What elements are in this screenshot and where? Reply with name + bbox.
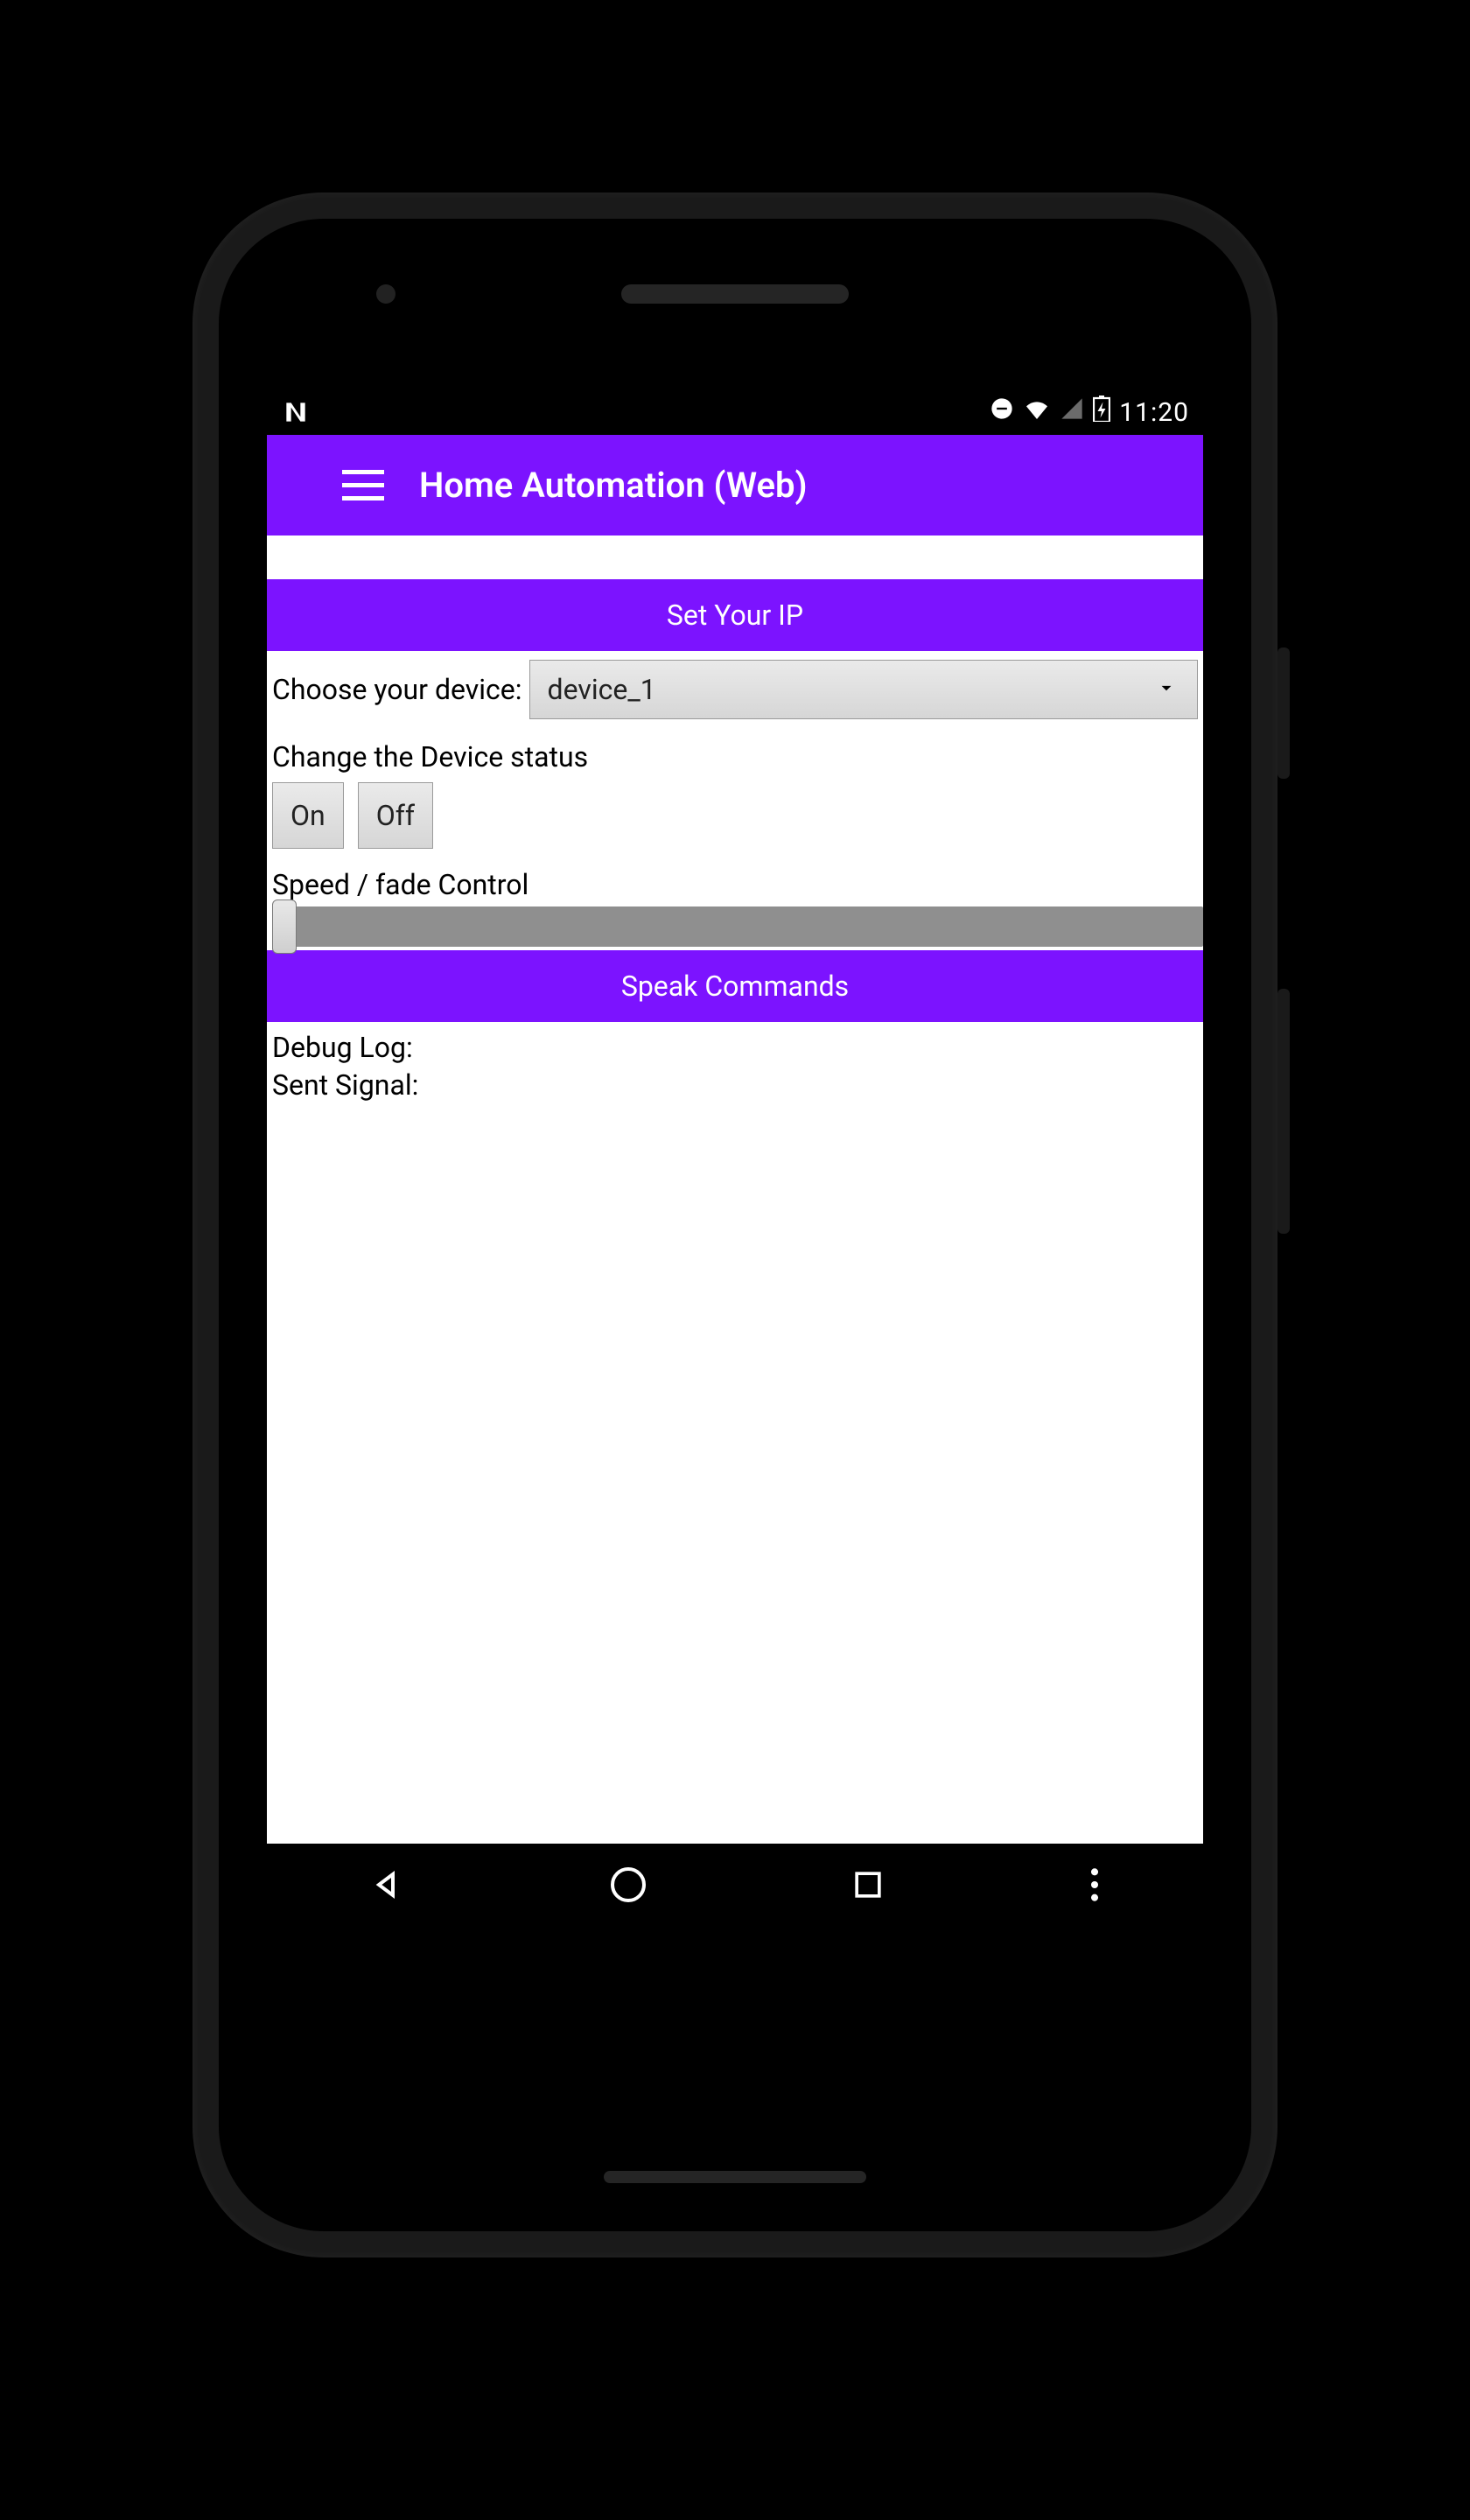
recents-icon[interactable]: [849, 1866, 887, 1908]
front-camera: [376, 284, 396, 304]
phone-frame: 11:20 Home Automation (Web) Set Your IP …: [192, 192, 1278, 2258]
android-nav-bar: [267, 1844, 1203, 1929]
status-clock: 11:20: [1119, 397, 1189, 428]
choose-device-row: Choose your device: device_1: [267, 651, 1203, 728]
back-icon[interactable]: [367, 1864, 409, 1909]
device-dropdown-value: device_1: [548, 673, 656, 706]
speed-slider[interactable]: [272, 906, 1203, 947]
choose-device-label: Choose your device:: [272, 673, 522, 706]
signal-icon: [1060, 396, 1084, 428]
wifi-icon: [1023, 395, 1051, 430]
set-ip-button[interactable]: Set Your IP: [267, 579, 1203, 651]
slider-thumb[interactable]: [272, 900, 297, 954]
do-not-disturb-icon: [990, 396, 1014, 428]
sent-signal-label: Sent Signal:: [272, 1067, 1198, 1104]
screen: 11:20 Home Automation (Web) Set Your IP …: [267, 389, 1203, 1929]
status-bar: 11:20: [267, 389, 1203, 435]
off-button[interactable]: Off: [358, 782, 433, 849]
android-n-icon: [281, 397, 311, 427]
spacer: [267, 536, 1203, 579]
bottom-speaker: [604, 2171, 866, 2183]
log-area: Debug Log: Sent Signal:: [267, 1022, 1203, 1111]
on-button[interactable]: On: [272, 782, 344, 849]
speed-slider-wrap: [267, 906, 1203, 947]
volume-button[interactable]: [1278, 989, 1290, 1234]
overflow-icon[interactable]: [1086, 1866, 1103, 1908]
home-icon[interactable]: [607, 1864, 649, 1909]
power-button[interactable]: [1278, 648, 1290, 779]
app-bar: Home Automation (Web): [267, 435, 1203, 536]
phone-bezel: 11:20 Home Automation (Web) Set Your IP …: [219, 219, 1251, 2231]
change-status-label: Change the Device status: [267, 728, 1203, 782]
speed-fade-label: Speed / fade Control: [267, 864, 1203, 906]
earpiece-speaker: [621, 284, 849, 304]
chevron-down-icon: [1155, 673, 1178, 706]
battery-charging-icon: [1093, 396, 1110, 429]
hamburger-icon[interactable]: [342, 459, 395, 512]
speak-commands-button[interactable]: Speak Commands: [267, 950, 1203, 1022]
on-off-row: On Off: [267, 782, 1203, 864]
device-dropdown[interactable]: device_1: [529, 660, 1198, 719]
debug-log-label: Debug Log:: [272, 1029, 1198, 1067]
app-title: Home Automation (Web): [419, 465, 808, 506]
